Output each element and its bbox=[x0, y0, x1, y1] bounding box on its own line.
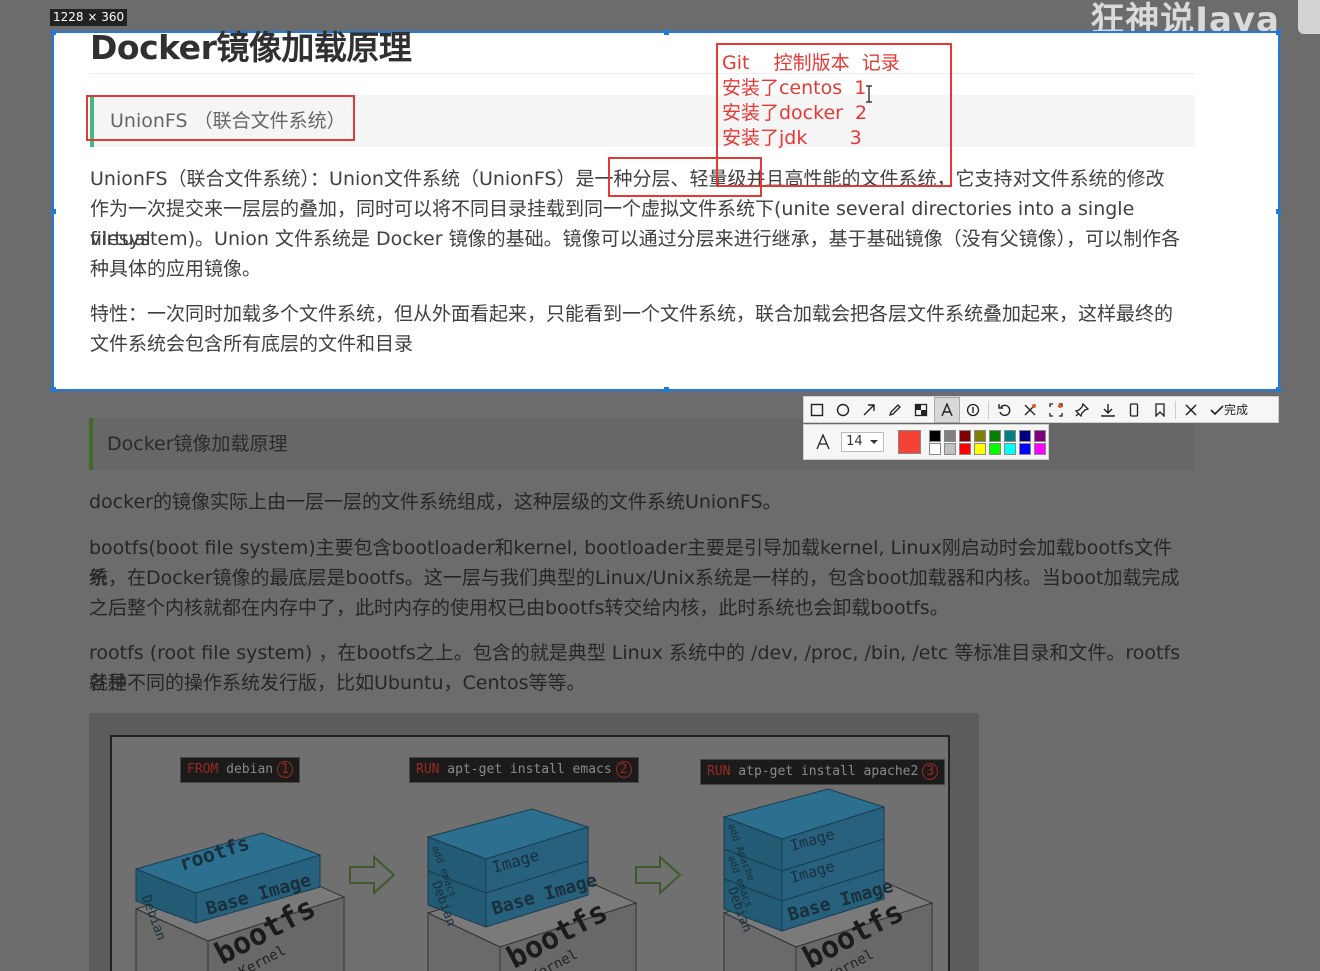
current-color-swatch[interactable] bbox=[897, 430, 921, 454]
resize-handle-bottom[interactable] bbox=[664, 387, 669, 392]
annotation-text-line-3: 安装了docker 2 bbox=[722, 102, 868, 124]
unionfs-paragraph-line-3: filesystem)。Union 文件系统是 Docker 镜像的基础。镜像可… bbox=[90, 228, 1181, 250]
text-cursor-icon bbox=[866, 85, 872, 103]
stack-2: Image add emacs Base Image Debian bootfs… bbox=[426, 808, 638, 971]
resize-handle-top-right[interactable] bbox=[1276, 30, 1281, 35]
color-swatch-8[interactable] bbox=[1034, 429, 1046, 442]
resize-handle-top[interactable] bbox=[664, 30, 669, 35]
done-button[interactable]: 完成 bbox=[1204, 401, 1254, 418]
resize-handle-bottom-left[interactable] bbox=[51, 387, 56, 392]
resize-handle-left[interactable] bbox=[51, 209, 56, 214]
color-swatch-2[interactable] bbox=[944, 429, 956, 442]
arrow-tool-icon[interactable] bbox=[856, 397, 882, 423]
ellipse-tool-icon[interactable] bbox=[830, 397, 856, 423]
done-label: 完成 bbox=[1224, 403, 1249, 417]
docker-layers-diagram: FROM debian 1 RUN apt-get install emacs 2 … bbox=[89, 713, 979, 971]
toolbar-separator bbox=[1175, 400, 1176, 419]
color-swatch-15[interactable] bbox=[1019, 442, 1031, 455]
color-swatch-9[interactable] bbox=[929, 442, 941, 455]
ocr-icon[interactable] bbox=[1017, 397, 1043, 423]
color-palette bbox=[929, 429, 1048, 455]
font-size-value: 14 bbox=[846, 434, 863, 449]
rectangle-tool-icon[interactable] bbox=[804, 397, 830, 423]
features-paragraph-line-2: 文件系统会包含所有底层的文件和目录 bbox=[90, 333, 414, 355]
background-paragraph-2-line-3: 之后整个内核就都在内存中了，此时内存的使用权已由bootfs转交给内核，此时系统… bbox=[89, 597, 949, 619]
translate-icon[interactable] bbox=[1043, 397, 1069, 423]
color-swatch-7[interactable] bbox=[1019, 429, 1031, 442]
resize-handle-right[interactable] bbox=[1276, 209, 1281, 214]
background-paragraph-3-line-2: 各种不同的操作系统发行版，比如Ubuntu，Centos等等。 bbox=[89, 672, 586, 694]
layer-stacks-illustration: rootfs Base Image Debian bootfs Kernel I… bbox=[134, 788, 934, 971]
annotation-rect-layered[interactable] bbox=[608, 157, 762, 197]
color-swatch-1[interactable] bbox=[929, 429, 941, 442]
color-swatch-14[interactable] bbox=[1004, 442, 1016, 455]
annotation-text-line-2: 安装了centos 1 bbox=[722, 77, 867, 99]
color-swatch-5[interactable] bbox=[989, 429, 1001, 442]
text-tool-icon[interactable] bbox=[934, 396, 960, 423]
unionfs-paragraph-line-4: 种具体的应用镜像。 bbox=[90, 258, 262, 280]
stack-3: Image add Apache Image add emacs Base Im… bbox=[722, 788, 934, 971]
arrow-1 bbox=[349, 854, 396, 896]
undo-icon[interactable] bbox=[991, 397, 1017, 423]
capture-selection[interactable]: Docker镜像加载原理 UnionFS （联合文件系统） UnionFS（联合… bbox=[51, 28, 1281, 392]
color-swatch-12[interactable] bbox=[974, 442, 986, 455]
title-divider bbox=[90, 73, 1195, 74]
page-title: Docker镜像加载原理 bbox=[90, 28, 412, 67]
font-icon bbox=[810, 429, 835, 455]
arrow-2 bbox=[635, 854, 682, 896]
annotation-text-line-1: Git 控制版本 记录 bbox=[722, 52, 900, 74]
check-icon bbox=[1210, 404, 1224, 415]
number-marker-tool-icon[interactable] bbox=[960, 397, 986, 423]
color-swatch-16[interactable] bbox=[1034, 442, 1046, 455]
annotation-rect-heading[interactable] bbox=[86, 95, 355, 141]
color-swatch-4[interactable] bbox=[974, 429, 986, 442]
pen-tool-icon[interactable] bbox=[882, 397, 908, 423]
toolbar-separator bbox=[988, 400, 989, 419]
color-swatch-13[interactable] bbox=[989, 442, 1001, 455]
background-paragraph-1: docker的镜像实际上由一层一层的文件系统组成，这种层级的文件系统UnionF… bbox=[89, 491, 782, 513]
color-swatch-3[interactable] bbox=[959, 429, 971, 442]
background-paragraph-2-line-2: 统，在Docker镜像的最底层是bootfs。这一层与我们典型的Linux/Un… bbox=[89, 567, 1180, 589]
features-paragraph-line-1: 特性：一次同时加载多个文件系统，但从外面看起来，只能看到一个文件系统，联合加载会… bbox=[90, 303, 1174, 325]
mosaic-tool-icon[interactable] bbox=[908, 397, 934, 423]
close-icon[interactable] bbox=[1178, 397, 1204, 423]
resize-handle-top-left[interactable] bbox=[51, 30, 56, 35]
resize-handle-bottom-right[interactable] bbox=[1276, 387, 1281, 392]
diagram-frame: FROM debian 1 RUN apt-get install emacs 2 … bbox=[110, 735, 950, 971]
side-tab[interactable] bbox=[1298, 0, 1320, 34]
phone-icon[interactable] bbox=[1121, 397, 1147, 423]
text-style-toolbar: 14 bbox=[803, 424, 1049, 460]
annotation-toolbar: 完成 bbox=[803, 396, 1279, 423]
annotation-text-line-4: 安装了jdk 3 bbox=[722, 127, 862, 149]
stack-1: rootfs Base Image Debian bootfs Kernel bbox=[134, 831, 346, 971]
font-size-select[interactable]: 14 bbox=[841, 432, 884, 452]
color-swatch-6[interactable] bbox=[1004, 429, 1016, 442]
color-swatch-11[interactable] bbox=[959, 442, 971, 455]
pin-icon[interactable] bbox=[1069, 397, 1095, 423]
download-icon[interactable] bbox=[1095, 397, 1121, 423]
color-swatch-10[interactable] bbox=[944, 442, 956, 455]
bookmark-icon[interactable] bbox=[1147, 397, 1173, 423]
